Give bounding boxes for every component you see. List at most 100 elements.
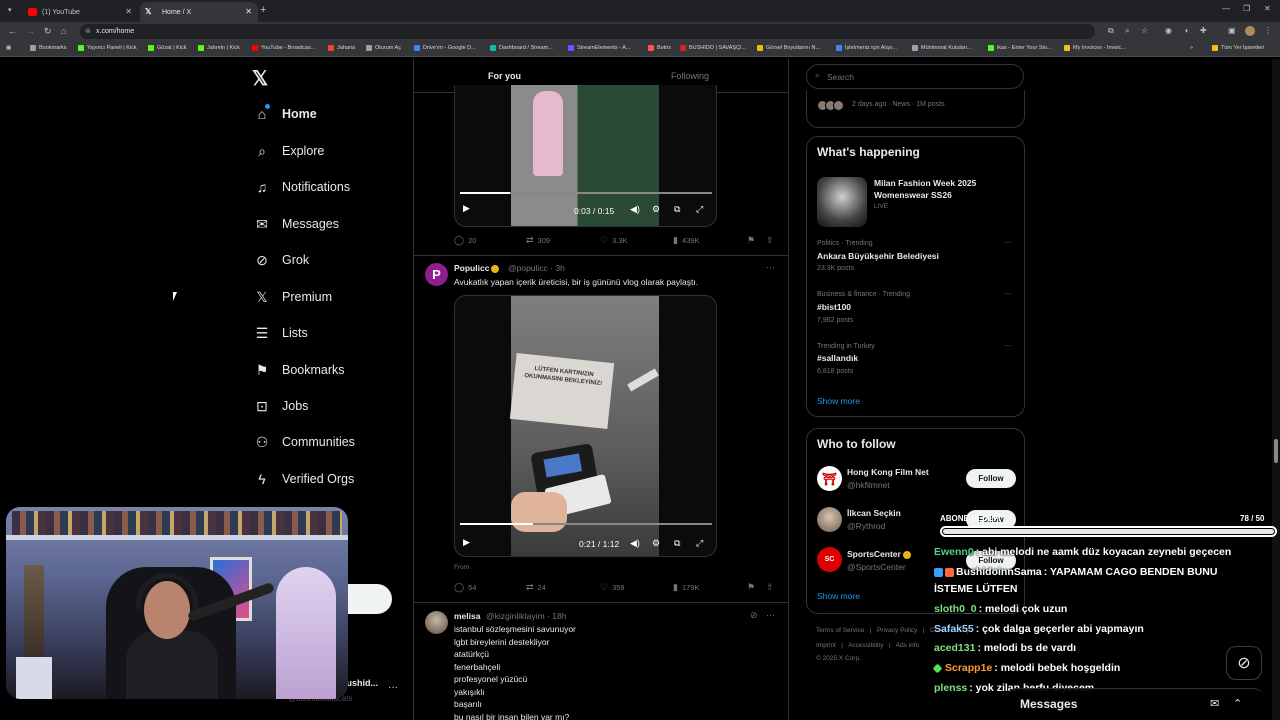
bookmark-2[interactable]: Gözat | Kick [148, 45, 187, 51]
footer-link[interactable]: Accessibility [848, 642, 883, 649]
share-button[interactable]: ⇧ [766, 582, 774, 593]
nav-grok[interactable]: ⊘ Grok [254, 252, 309, 268]
all-bookmarks[interactable]: Tüm Yer İşaretleri [1212, 45, 1264, 51]
nav-explore[interactable]: ⌕ Explore [254, 143, 324, 159]
trend-more-icon[interactable]: ··· [1004, 341, 1012, 350]
footer-link[interactable]: Privacy Policy [877, 627, 917, 634]
bookmark-0[interactable]: Bookmarks [30, 45, 67, 51]
trend-title[interactable]: #bist100 [817, 302, 851, 312]
puzzle-icon[interactable]: ✚ [1200, 26, 1207, 35]
nav-verified-orgs[interactable]: ϟ Verified Orgs [254, 471, 354, 487]
expand-drawer-icon[interactable]: ⌃ [1233, 697, 1242, 710]
nav-communities[interactable]: ⚇ Communities [254, 434, 355, 450]
show-more-link[interactable]: Show more [817, 591, 860, 601]
volume-icon[interactable]: ◀) [630, 204, 640, 215]
bookmark-7[interactable]: Drive'ım - Google D... [414, 45, 476, 51]
site-info-icon[interactable]: ⊜ [85, 27, 91, 35]
close-tab-icon[interactable]: ✕ [245, 7, 252, 16]
pip-icon[interactable]: ⧉ [674, 538, 680, 549]
bookmark-16[interactable]: My Invoices - Invoic... [1064, 45, 1126, 51]
star-icon[interactable]: ☆ [1141, 26, 1148, 35]
post2-video[interactable]: LÜTFEN KARTINIZIN OKUNMASINI BEKLEYİNİZ!… [454, 295, 717, 557]
like-button[interactable]: ♡ 359 [600, 582, 625, 593]
reply-button[interactable]: ◯ 20 [454, 235, 476, 246]
share-button[interactable]: ⇧ [766, 235, 774, 246]
bookmark-1[interactable]: Yayıncı Paneli | Kick [78, 45, 137, 51]
views-button[interactable]: ▮ 179K [673, 582, 699, 593]
follow-name[interactable]: SportsCenter [847, 549, 913, 559]
new-tab-icon[interactable]: + [260, 4, 266, 16]
forward-icon[interactable]: → [26, 26, 35, 36]
account-more-icon[interactable]: ··· [388, 682, 398, 693]
messages-drawer[interactable]: Messages ✉ ⌃ [1005, 688, 1265, 720]
nav-notifications[interactable]: ♫ Notifications [254, 179, 350, 195]
nav-messages[interactable]: ✉ Messages [254, 216, 339, 232]
footer-link[interactable]: Imprint [816, 642, 836, 649]
play-icon[interactable]: ▶ [463, 537, 470, 548]
bookmark-9[interactable]: StreamElements - A... [568, 45, 631, 51]
tab-following[interactable]: Following [671, 71, 709, 81]
menu-icon[interactable]: ⋮ [1264, 26, 1272, 35]
install-icon[interactable]: ⧉ [1108, 26, 1114, 36]
follow-button[interactable]: Follow [966, 469, 1016, 488]
bookmark-6[interactable]: Oturum Aç [366, 45, 401, 51]
post3-author[interactable]: melisa [454, 611, 480, 621]
fullscreen-icon[interactable]: ⤢ [696, 204, 703, 215]
volume-icon[interactable]: ◀) [630, 538, 640, 549]
post2-handle[interactable]: @populicc · 3h [508, 263, 565, 273]
repost-button[interactable]: ⇄ 309 [526, 235, 550, 246]
nav-premium[interactable]: 𝕏 Premium [254, 289, 332, 305]
apps-icon[interactable]: ▦ [6, 45, 11, 51]
bookmark-14[interactable]: Mühimmat Kutuları... [912, 45, 972, 51]
tab-search-icon[interactable]: ▾ [8, 6, 12, 14]
post3-handle[interactable]: @kizginliktayim · 18h [486, 611, 566, 621]
bookmark-10[interactable]: Botrix [648, 45, 671, 51]
show-more-link[interactable]: Show more [817, 396, 860, 406]
nav-jobs[interactable]: ⊡ Jobs [254, 398, 308, 414]
tab-for-you[interactable]: For you [488, 71, 521, 81]
zoom-icon[interactable]: ⌕ [1125, 26, 1129, 36]
trend-title[interactable]: Ankara Büyükşehir Belediyesi [817, 251, 939, 261]
nav-home[interactable]: ⌂ Home [254, 106, 317, 122]
footer-link[interactable]: Terms of Service [816, 627, 864, 634]
bookmark-button[interactable]: ⚑ [747, 235, 755, 246]
nav-bookmarks[interactable]: ⚑ Bookmarks [254, 362, 345, 378]
fashion-title[interactable]: Milan Fashion Week 2025 Womenswear SS26 [874, 177, 1014, 201]
home-browser-icon[interactable]: ⌂ [61, 26, 66, 36]
maximize-icon[interactable]: ❐ [1243, 4, 1250, 13]
trend-title[interactable]: #sallandık [817, 353, 858, 363]
news-card[interactable]: 2 days ago · News · 1M posts [806, 90, 1025, 128]
url-input[interactable]: ⊜ x.com/home [80, 24, 1095, 39]
bookmark-11[interactable]: BUSHIDO | SAVAŞÇI... [680, 45, 746, 51]
bookmark-15[interactable]: ikas - Enter Your Sto... [988, 45, 1052, 51]
sportscenter-avatar[interactable]: SC [817, 547, 842, 572]
search-input[interactable]: ⌕ Search [806, 64, 1024, 89]
side-panel-icon[interactable]: ▣ [1228, 26, 1236, 35]
post-more-icon[interactable]: ··· [766, 610, 775, 620]
fashion-image[interactable] [817, 177, 867, 227]
reload-icon[interactable]: ↻ [44, 26, 52, 37]
close-window-icon[interactable]: ✕ [1264, 4, 1271, 13]
repost-button[interactable]: ⇄ 24 [526, 582, 546, 593]
bookmark-13[interactable]: İşletmeniz için Alışv... [836, 45, 897, 51]
melisa-avatar[interactable] [425, 611, 448, 634]
tab-youtube[interactable]: (1) YouTube ✕ [20, 2, 138, 22]
settings-icon[interactable]: ⚙ [652, 538, 660, 549]
fullscreen-icon[interactable]: ⤢ [696, 538, 703, 549]
minimize-icon[interactable]: — [1222, 4, 1230, 13]
populicc-avatar[interactable]: P [425, 263, 448, 286]
post1-video[interactable]: ▶ 0:03 / 0:15 ◀) ⚙ ⧉ ⤢ [454, 85, 717, 227]
close-tab-icon[interactable]: ✕ [125, 7, 132, 16]
trend-more-icon[interactable]: ··· [1004, 289, 1012, 298]
scrollbar-thumb[interactable] [1274, 439, 1278, 463]
settings-icon[interactable]: ⚙ [652, 204, 660, 215]
profile-avatar[interactable] [1245, 26, 1255, 36]
post-more-icon[interactable]: ··· [766, 262, 775, 272]
footer-link[interactable]: Ads info [896, 642, 920, 649]
bookmark-8[interactable]: Dashboard / Stream... [490, 45, 553, 51]
tab-home-x[interactable]: 𝕏 Home / X ✕ [140, 2, 258, 22]
more-bookmarks-icon[interactable]: » [1190, 45, 1193, 51]
play-icon[interactable]: ▶ [463, 203, 470, 214]
reply-button[interactable]: ◯ 54 [454, 582, 476, 593]
views-button[interactable]: ▮ 439K [673, 235, 699, 246]
